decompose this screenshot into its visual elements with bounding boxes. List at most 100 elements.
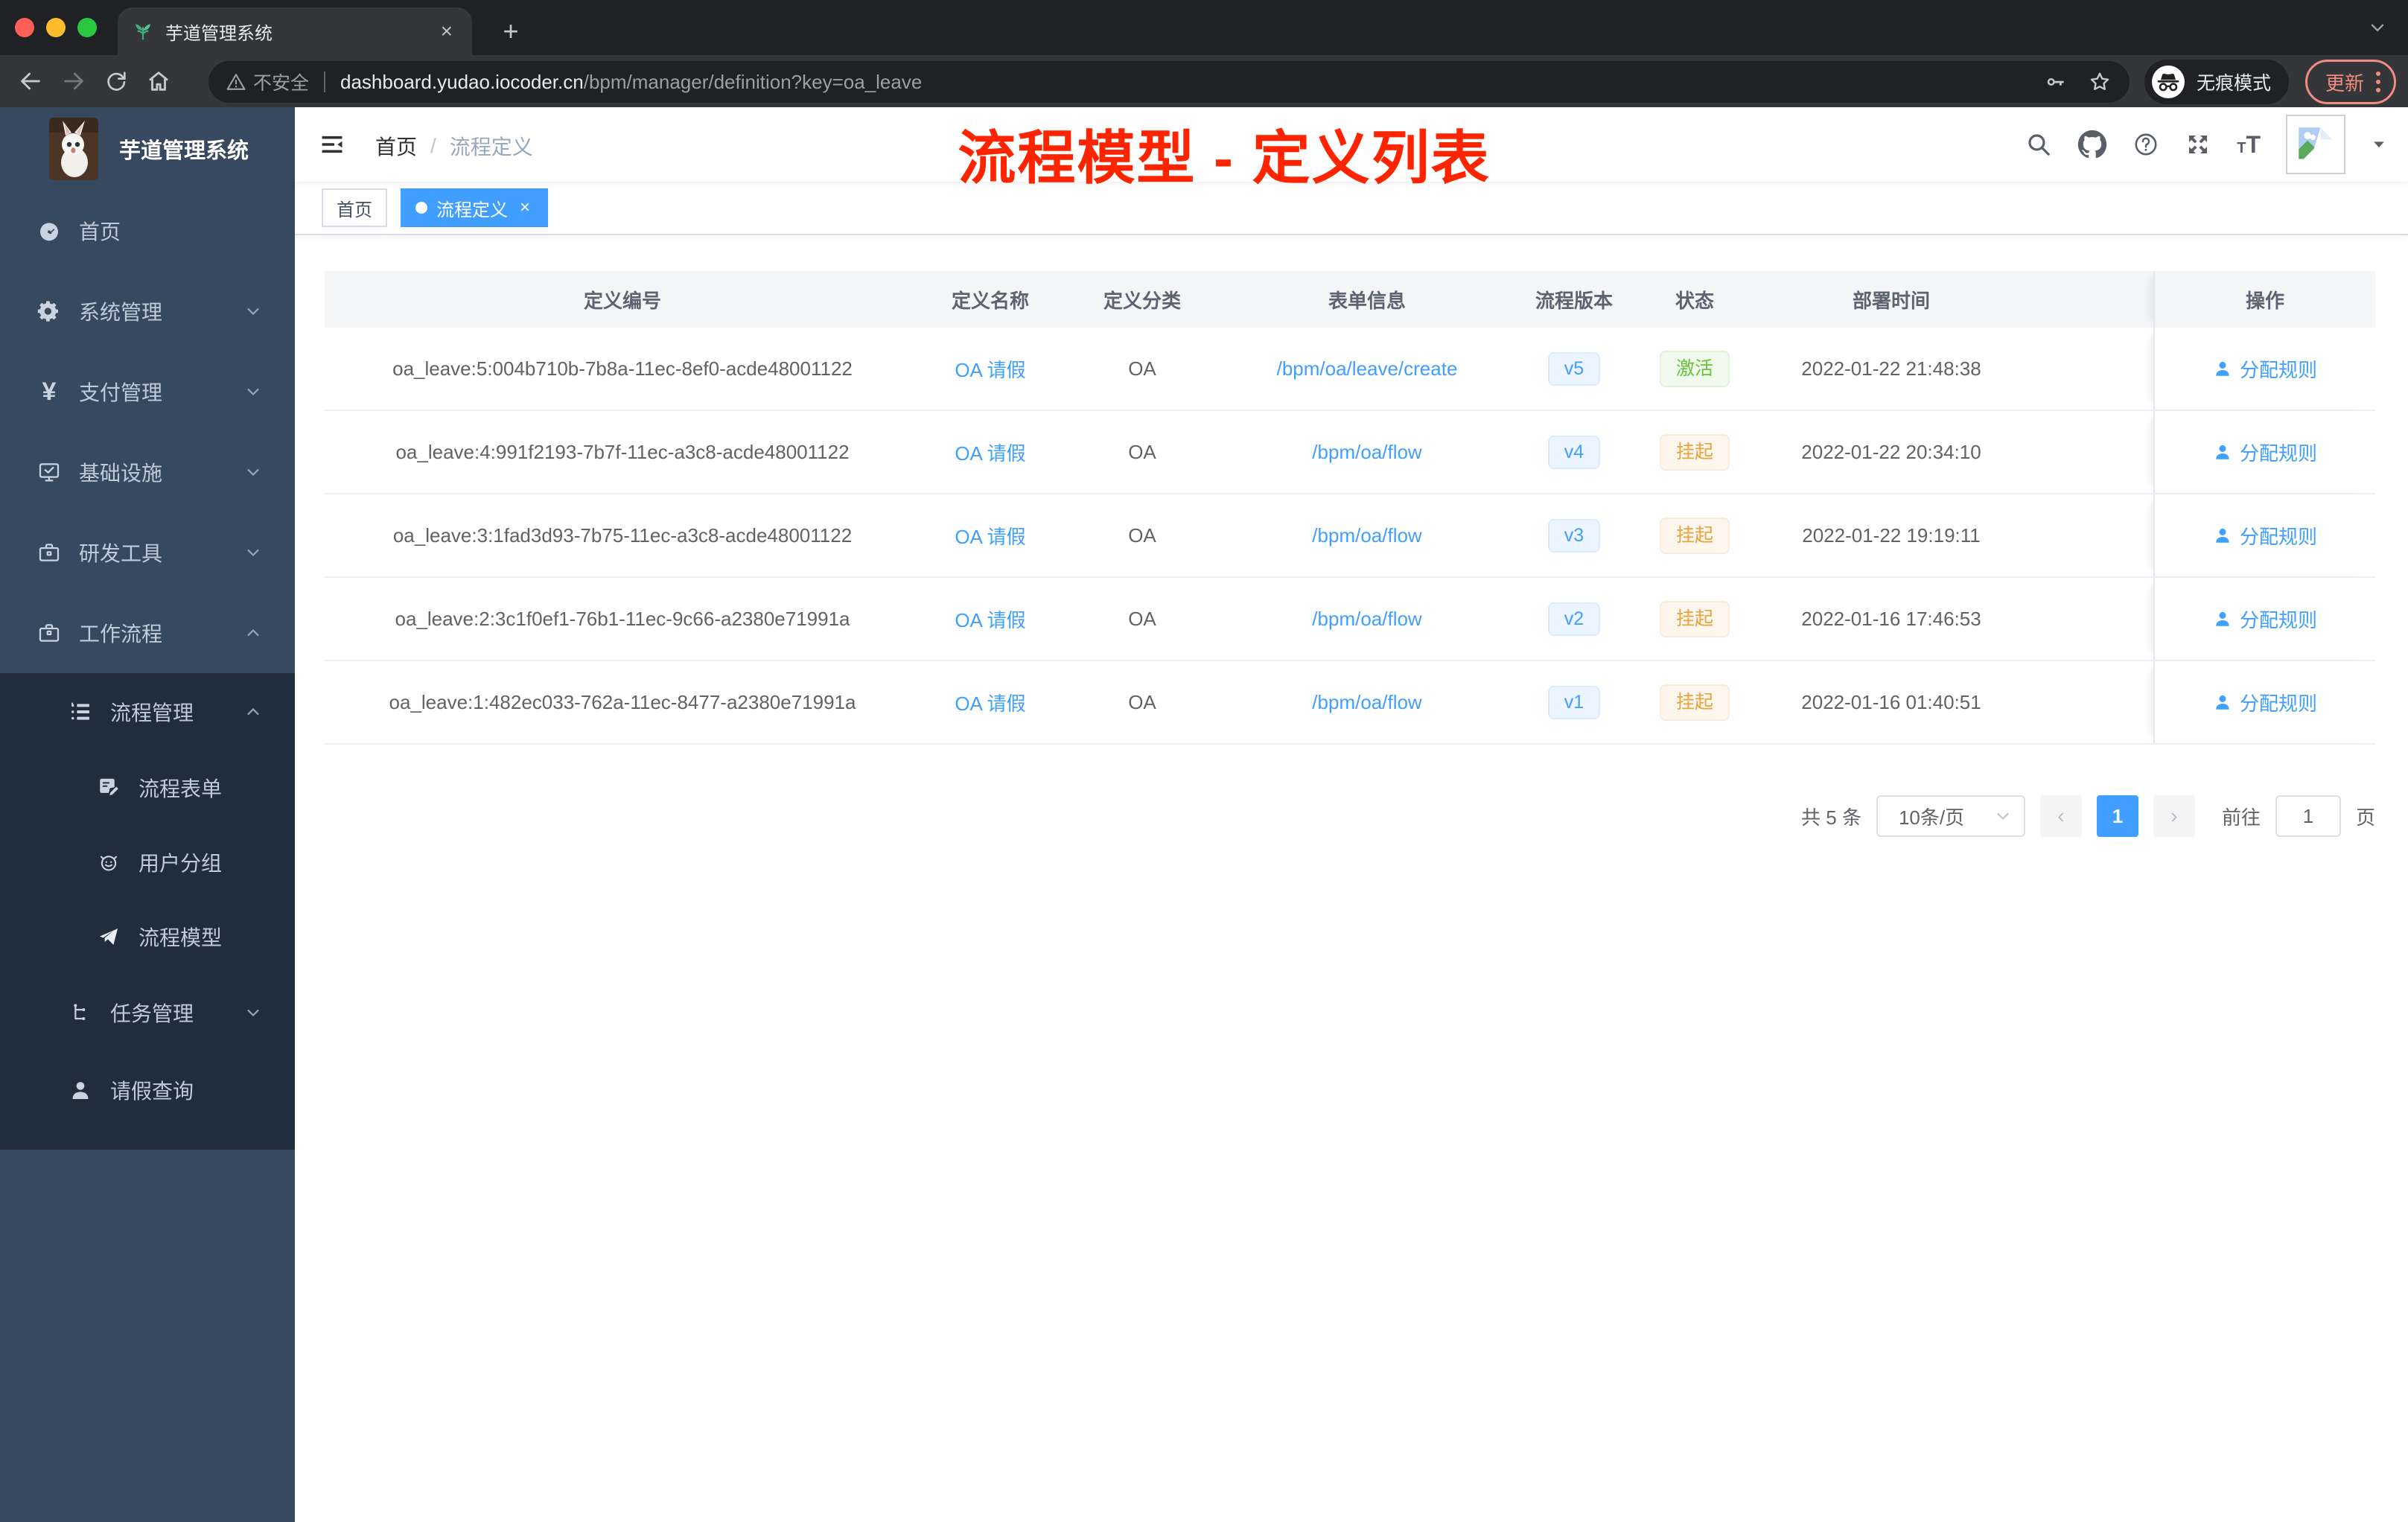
sidebar-item-label: 用户分组 xyxy=(138,852,223,875)
page-size-select[interactable]: 10条/页 xyxy=(1876,795,2025,837)
password-key-icon[interactable] xyxy=(2045,71,2067,93)
sidebar-item-arrow-icon xyxy=(244,703,262,721)
sidebar-item-0[interactable]: 首页 xyxy=(0,191,295,271)
sidebar-item-9[interactable]: 流程模型 xyxy=(0,899,295,974)
sidebar-item-1[interactable]: 系统管理 xyxy=(0,271,295,351)
assign-rule-link[interactable]: 分配规则 xyxy=(2213,689,2317,716)
navbar-actions: TT xyxy=(2025,107,2387,182)
app-title: 芋道管理系统 xyxy=(119,139,249,163)
definition-name-link[interactable]: OA 请假 xyxy=(955,522,1025,550)
screen: 芋道管理系统 × + 不安全 dashboard.yudao.iocoder.c… xyxy=(0,0,2408,1522)
user-icon xyxy=(2213,442,2232,462)
reload-button[interactable] xyxy=(104,69,128,93)
form-info-link[interactable]: /bpm/oa/flow xyxy=(1312,524,1421,547)
breadcrumb-separator: / xyxy=(430,134,436,157)
forward-button[interactable] xyxy=(61,69,86,94)
tag-close-icon[interactable]: × xyxy=(517,197,533,218)
cell-deploy-time: 2022-01-22 20:34:10 xyxy=(1801,440,1981,463)
sidebar-item-8[interactable]: 用户分组 xyxy=(0,825,295,899)
form-info-link[interactable]: /bpm/oa/flow xyxy=(1312,441,1421,464)
sidebar-logo[interactable]: 芋道管理系统 xyxy=(0,107,295,191)
user-avatar[interactable] xyxy=(2286,115,2345,174)
cell-deploy-time: 2022-01-22 21:48:38 xyxy=(1801,357,1981,380)
sidebar-item-icon xyxy=(37,621,61,645)
warning-triangle-icon xyxy=(226,72,246,92)
next-page-button[interactable]: › xyxy=(2153,795,2195,837)
sidebar-item-2[interactable]: ¥ 支付管理 xyxy=(0,351,295,432)
cell-definition-id: oa_leave:1:482ec033-762a-11ec-8477-a2380… xyxy=(389,690,856,713)
minimize-window-button[interactable] xyxy=(46,18,66,37)
sidebar-item-arrow-icon xyxy=(244,463,262,481)
table-row: oa_leave:4:991f2193-7b7f-11ec-a3c8-acde4… xyxy=(325,411,2375,494)
sidebar-collapse-icon[interactable] xyxy=(319,131,345,158)
sidebar-item-arrow-icon xyxy=(244,624,262,642)
avatar-caret-down-icon[interactable] xyxy=(2371,136,2387,153)
form-info-link[interactable]: /bpm/oa/flow xyxy=(1312,608,1421,631)
table-row: oa_leave:5:004b710b-7b8a-11ec-8ef0-acde4… xyxy=(325,328,2375,411)
sidebar-item-label: 基础设施 xyxy=(79,462,163,485)
update-button[interactable]: 更新 xyxy=(2305,60,2396,104)
sidebar-item-icon xyxy=(97,776,121,800)
definition-table: 定义编号 定义名称 定义分类 表单信息 流程版本 状态 部署时间 操作 oa_leave:5:… xyxy=(325,271,2375,745)
definition-name-link[interactable]: OA 请假 xyxy=(955,689,1025,716)
breadcrumb-current: 流程定义 xyxy=(449,136,533,159)
back-button[interactable] xyxy=(18,69,43,94)
font-size-icon[interactable]: TT xyxy=(2237,131,2261,159)
incognito-label: 无痕模式 xyxy=(2196,73,2271,94)
cell-deploy-time: 2022-01-16 01:40:51 xyxy=(1801,690,1981,713)
assign-rule-label: 分配规则 xyxy=(2239,442,2317,465)
breadcrumb-home[interactable]: 首页 xyxy=(375,131,417,161)
status-badge: 挂起 xyxy=(1659,684,1730,721)
search-icon[interactable] xyxy=(2025,131,2052,158)
security-chip[interactable]: 不安全 xyxy=(226,69,309,95)
tag[interactable]: 首页 xyxy=(322,188,387,227)
column-header: 定义分类 xyxy=(1060,271,1224,328)
github-icon[interactable] xyxy=(2077,130,2107,159)
new-tab-button[interactable]: + xyxy=(491,12,530,51)
page-number-button[interactable]: 1 xyxy=(2096,795,2138,837)
sidebar-item-3[interactable]: 基础设施 xyxy=(0,432,295,512)
cell-category: OA xyxy=(1128,607,1156,630)
tag-label: 流程定义 xyxy=(436,200,508,220)
sidebar-item-icon xyxy=(37,460,61,484)
maximize-window-button[interactable] xyxy=(77,18,97,37)
column-header-filler xyxy=(2031,271,2153,328)
sidebar-item-arrow-icon xyxy=(244,544,262,561)
tag[interactable]: 流程定义 × xyxy=(401,188,549,227)
definition-name-link[interactable]: OA 请假 xyxy=(955,605,1025,633)
help-icon[interactable] xyxy=(2133,131,2159,158)
definition-name-link[interactable]: OA 请假 xyxy=(955,439,1025,466)
close-window-button[interactable] xyxy=(15,18,34,37)
assign-rule-link[interactable]: 分配规则 xyxy=(2213,355,2317,383)
goto-page-input[interactable] xyxy=(2275,795,2341,837)
prev-page-button[interactable]: ‹ xyxy=(2039,795,2082,837)
assign-rule-label: 分配规则 xyxy=(2239,608,2317,631)
assign-rule-link[interactable]: 分配规则 xyxy=(2213,522,2317,550)
cell-category: OA xyxy=(1128,440,1156,463)
assign-rule-link[interactable]: 分配规则 xyxy=(2213,605,2317,633)
bookmark-star-icon[interactable] xyxy=(2088,70,2112,94)
security-label: 不安全 xyxy=(253,73,310,94)
sidebar-item-5[interactable]: 工作流程 xyxy=(0,593,295,673)
tab-search-chevron-icon[interactable] xyxy=(2368,18,2387,37)
sidebar-item-10[interactable]: 任务管理 xyxy=(0,974,295,1051)
broken-image-icon xyxy=(2296,125,2335,164)
fullscreen-icon[interactable] xyxy=(2185,131,2211,158)
assign-rule-link[interactable]: 分配规则 xyxy=(2213,439,2317,466)
sidebar-item-icon xyxy=(69,1078,92,1102)
tab-close-icon[interactable]: × xyxy=(436,19,457,43)
sidebar-item-6[interactable]: 流程管理 xyxy=(0,673,295,751)
browser-tab[interactable]: 芋道管理系统 × xyxy=(118,7,472,55)
sidebar-item-11[interactable]: 请假查询 xyxy=(0,1051,295,1129)
form-info-link[interactable]: /bpm/oa/flow xyxy=(1312,691,1421,714)
home-button[interactable] xyxy=(146,69,171,94)
form-info-link[interactable]: /bpm/oa/leave/create xyxy=(1277,357,1458,380)
goto-label: 前往 xyxy=(2221,806,2261,829)
sidebar-menu: 首页 系统管理 ¥ 支付管理 基础设施 研发工具 工作流程 xyxy=(0,191,295,673)
definition-name-link[interactable]: OA 请假 xyxy=(955,355,1025,383)
sidebar-item-4[interactable]: 研发工具 xyxy=(0,512,295,593)
address-bar[interactable]: 不安全 dashboard.yudao.iocoder.cn/bpm/manag… xyxy=(208,61,2130,103)
sidebar-item-label: 流程表单 xyxy=(138,777,223,800)
sidebar-item-7[interactable]: 流程表单 xyxy=(0,751,295,825)
browser-menu-kebab-icon[interactable] xyxy=(2376,71,2380,92)
